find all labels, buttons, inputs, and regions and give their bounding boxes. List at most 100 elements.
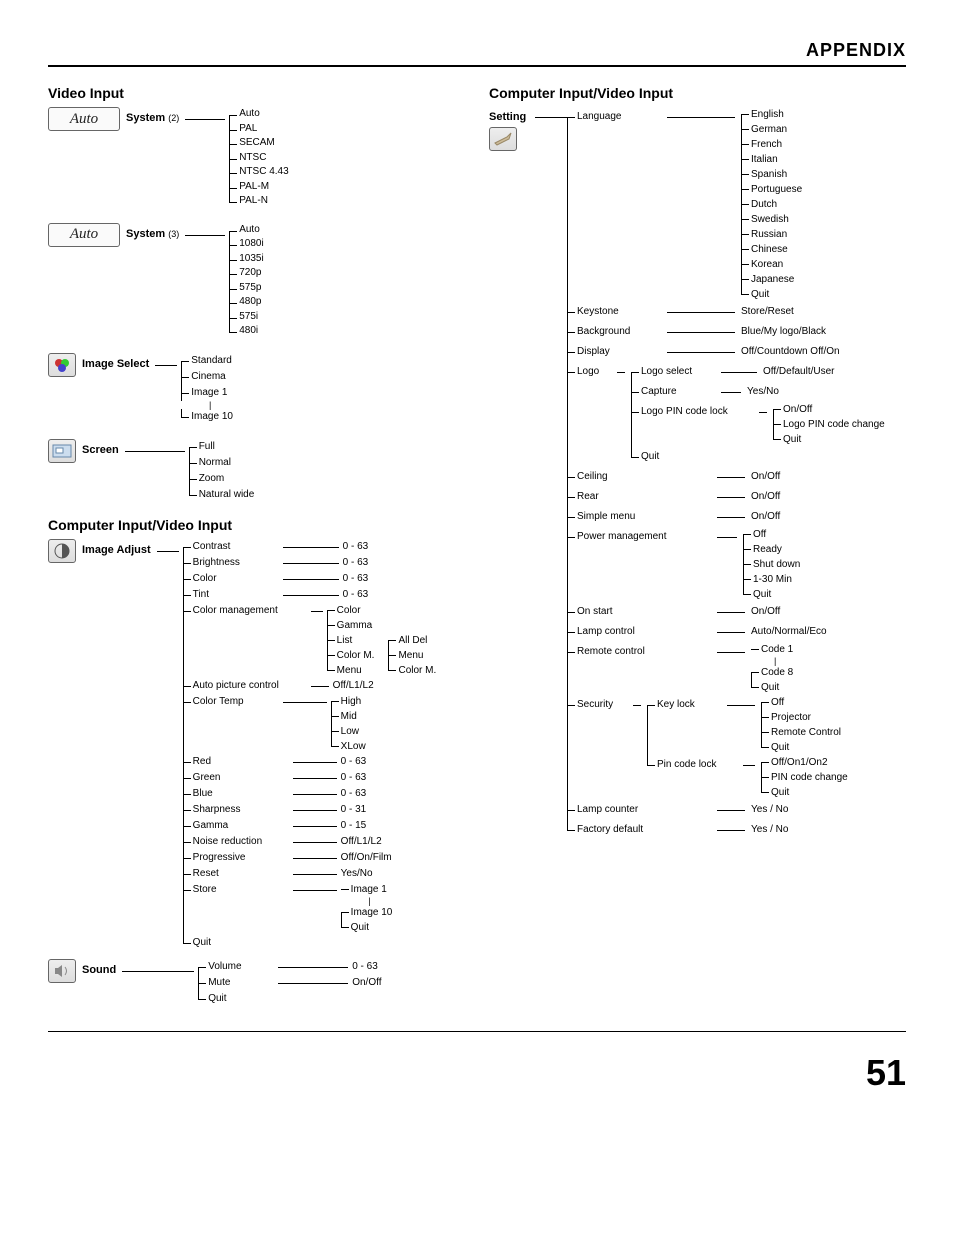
connector-line [155, 365, 177, 366]
leaf-item: Menu [388, 648, 436, 663]
leaf-item: Sharpness0 - 31 [183, 802, 437, 818]
leaf-item: Red0 - 63 [183, 754, 437, 770]
system2-items: AutoPALSECAMNTSCNTSC 4.43PAL-MPAL-N [225, 107, 288, 209]
right-column: Computer Input/Video Input Setting Langu… [489, 85, 906, 1021]
ellipsis: | [181, 401, 233, 409]
setting-node: BackgroundBlue/My logo/Black [567, 322, 906, 342]
setting-node: Power managementOffReadyShut down1-30 Mi… [567, 527, 906, 602]
leaf-item: High [331, 694, 366, 709]
setting-node: Lamp counterYes / No [567, 800, 906, 820]
leaf-item: Mid [331, 709, 366, 724]
leaf-item: ProgressiveOff/On/Film [183, 850, 437, 866]
sound-block: Sound Volume0 - 63MuteOn/OffQuit [48, 959, 465, 1007]
system3-items: Auto1080i1035i720p575p480p575i480i [225, 223, 263, 339]
leaf-item: Color M. [388, 663, 436, 678]
leaf-item: Korean [741, 257, 802, 272]
leaf-item: Quit [761, 785, 848, 800]
auto-icon: Auto [48, 107, 120, 131]
leaf-item: Green0 - 63 [183, 770, 437, 786]
leaf-item: Volume0 - 63 [198, 959, 381, 975]
leaf-item: Spanish [741, 167, 802, 182]
leaf-item: 1-30 Min [743, 572, 800, 587]
image-select-icon [48, 353, 76, 377]
setting-node: RearOn/Off [567, 487, 906, 507]
leaf-item: Quit [761, 740, 841, 755]
leaf-item: PAL [229, 122, 288, 137]
leaf-item: Color0 - 63 [183, 571, 437, 587]
store-item: StoreImage 1|Image 10Quit [183, 882, 437, 935]
leaf-item: PAL-M [229, 180, 288, 195]
leaf-item: German [741, 122, 802, 137]
leaf-item: French [741, 137, 802, 152]
leaf-item: Swedish [741, 212, 802, 227]
leaf-item: Standard [181, 353, 233, 369]
leaf-item: Remote Control [761, 725, 841, 740]
system2-block: Auto System (2) AutoPALSECAMNTSCNTSC 4.4… [48, 107, 465, 209]
leaf-item: Quit [751, 680, 793, 695]
leaf-item: Shut down [743, 557, 800, 572]
page-number: 51 [48, 1052, 906, 1094]
leaf-item: SECAM [229, 136, 288, 151]
leaf-item: Auto [229, 107, 288, 122]
computer-video-title-left: Computer Input/Video Input [48, 517, 465, 533]
leaf-item: Zoom [189, 471, 255, 487]
content-columns: Video Input Auto System (2) AutoPALSECAM… [48, 85, 906, 1021]
leaf-item: Code 8 [751, 665, 793, 680]
leaf-item: 480i [229, 324, 263, 339]
image-select-block: Image Select StandardCinemaImage 1|Image… [48, 353, 465, 425]
leaf-item: 575p [229, 281, 263, 296]
system2-label: System (2) [126, 107, 179, 124]
sound-label: Sound [82, 959, 116, 976]
leaf-item: Japanese [741, 272, 802, 287]
logo-pinlock: Logo PIN code lockOn/OffLogo PIN code ch… [631, 402, 885, 447]
image-select-items: StandardCinemaImage 1|Image 10 [177, 353, 233, 425]
setting-block: Setting LanguageEnglishGermanFrenchItali… [489, 107, 906, 840]
connector-line [185, 119, 225, 120]
leaf-item: Ready [743, 542, 800, 557]
leaf-item: Quit [198, 991, 381, 1007]
leaf-item: 480p [229, 295, 263, 310]
connector-line [122, 971, 194, 972]
logo-capture: CaptureYes/No [631, 382, 885, 402]
leaf-item: On/Off [773, 402, 885, 417]
computer-video-title-right: Computer Input/Video Input [489, 85, 906, 101]
sound-items: Volume0 - 63MuteOn/OffQuit [194, 959, 381, 1007]
leaf-item: Italian [741, 152, 802, 167]
setting-node: DisplayOff/Countdown Off/On [567, 342, 906, 362]
leaf-item: Cinema [181, 369, 233, 385]
image-adjust-tree: Contrast0 - 63Brightness0 - 63Color0 - 6… [179, 539, 437, 951]
leaf-item: List [327, 633, 375, 648]
leaf-item: Low [331, 724, 366, 739]
leaf-item: Dutch [741, 197, 802, 212]
setting-node: LanguageEnglishGermanFrenchItalianSpanis… [567, 107, 906, 302]
image-adjust-label: Image Adjust [82, 539, 151, 556]
logo-select: Logo selectOff/Default/User [631, 362, 885, 382]
connector-line [185, 235, 225, 236]
leaf-item: Portuguese [741, 182, 802, 197]
image-adjust-block: Image Adjust Contrast0 - 63Brightness0 -… [48, 539, 465, 951]
system3-label: System (3) [126, 223, 179, 240]
image-adjust-icon [48, 539, 76, 563]
leaf-item: Logo PIN code change [773, 417, 885, 432]
leaf-item: Auto [229, 223, 263, 238]
leaf-item: NTSC 4.43 [229, 165, 288, 180]
leaf-item: Quit [741, 287, 802, 302]
sound-icon [48, 959, 76, 983]
setting-node: CeilingOn/Off [567, 467, 906, 487]
leaf-item: Gamma0 - 15 [183, 818, 437, 834]
screen-items: FullNormalZoomNatural wide [185, 439, 255, 503]
setting-label: Setting [489, 107, 535, 123]
page-header: APPENDIX [48, 40, 906, 67]
ellipsis: | [341, 897, 393, 905]
leaf-item: Image 10 [341, 905, 393, 920]
leaf-item: Quit [341, 920, 393, 935]
color-temp: Color TempHighMidLowXLow [183, 694, 437, 754]
security-node: SecurityKey lockOffProjectorRemote Contr… [567, 695, 906, 800]
screen-block: Screen FullNormalZoomNatural wide [48, 439, 465, 503]
leaf-item: PAL-N [229, 194, 288, 209]
leaf-item: English [741, 107, 802, 122]
setting-icon [489, 127, 517, 151]
screen-label: Screen [82, 439, 119, 456]
footer-line [48, 1031, 906, 1032]
leaf-item: Quit [743, 587, 800, 602]
